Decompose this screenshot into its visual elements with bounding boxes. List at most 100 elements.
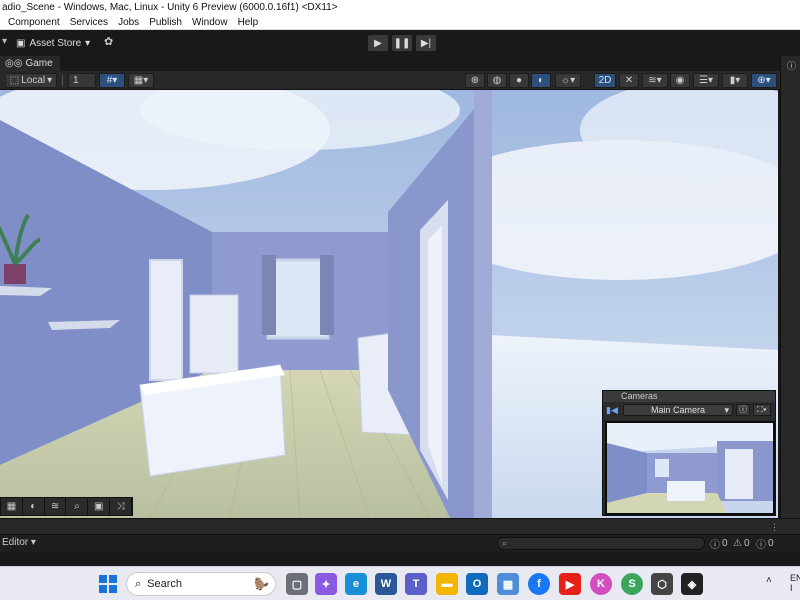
inspector-panel-edge[interactable]: ⓘ xyxy=(780,56,800,526)
teams-icon[interactable]: T xyxy=(405,573,427,595)
wireframe-shading-button[interactable]: ◍ xyxy=(487,73,507,88)
video-camera-icon: ▮◀ xyxy=(606,404,618,415)
youtube-icon[interactable]: ▶ xyxy=(559,573,581,595)
gear-icon[interactable]: ✿ xyxy=(104,35,113,48)
layers-icon: ≋▾ xyxy=(648,75,662,86)
snap-settings-button[interactable]: ▦▾ xyxy=(128,73,154,88)
store-icon[interactable]: ▦ xyxy=(497,573,519,595)
moon-icon: ◐ xyxy=(537,75,545,86)
search-icon: ⌕ xyxy=(135,577,142,590)
grid-icon: #▾ xyxy=(106,75,118,86)
language-indicator[interactable]: EN I xyxy=(790,573,800,593)
tab-game[interactable]: ◎◎ Game xyxy=(0,56,60,71)
warning-icon: ⚠ xyxy=(733,538,742,549)
chevron-down-icon: ▾ xyxy=(85,37,91,49)
grid-icon[interactable]: ▦ xyxy=(1,498,23,515)
play-button[interactable]: ▶ xyxy=(367,34,389,52)
menu-services[interactable]: Services xyxy=(65,16,113,29)
chrome-profile-s-icon[interactable]: S xyxy=(621,573,643,595)
edge-icon[interactable]: e xyxy=(345,573,367,595)
visibility-toggle[interactable]: ◉ xyxy=(670,73,690,88)
grid-size-value: 1 xyxy=(73,75,79,86)
gizmo-icon: ▮▾ xyxy=(729,75,741,86)
pause-button[interactable]: ❚❚ xyxy=(391,34,413,52)
console-tab-strip: ⋮ xyxy=(0,518,800,534)
chrome-profile-k-icon[interactable]: K xyxy=(590,573,612,595)
game-controller-icon: ◎◎ xyxy=(5,58,23,69)
pivot-rotation-dropdown[interactable]: ⬚ Local ▾ xyxy=(5,73,57,88)
effects-dropdown[interactable]: ≋▾ xyxy=(642,73,668,88)
camera-select-row: ▮◀ Main Camera ▾ ⓘ ⛶▾ xyxy=(603,403,775,417)
layers-icon[interactable]: ≋ xyxy=(45,498,67,515)
store-icon: ▣ xyxy=(16,37,26,49)
shaded-button[interactable]: ● xyxy=(509,73,529,88)
copilot-icon[interactable]: ✦ xyxy=(315,573,337,595)
editor-dropdown[interactable]: Editor ▾ xyxy=(2,537,36,548)
grid-size-field[interactable]: 1 xyxy=(68,73,96,88)
log-count: 0 xyxy=(722,538,728,549)
mode-2d-label: 2D xyxy=(598,75,612,86)
global-view-button[interactable]: ⊕ xyxy=(465,73,485,88)
status-strip xyxy=(0,552,800,566)
tab-game-label: Game xyxy=(25,58,53,69)
shuffle-icon[interactable]: ⤨ xyxy=(110,498,132,515)
chevron-up-icon[interactable]: ˄ xyxy=(766,575,772,586)
cameras-overlay: Cameras ▮◀ Main Camera ▾ ⓘ ⛶▾ xyxy=(602,390,776,516)
search-icon[interactable]: ⌕ xyxy=(66,498,89,515)
chevron-down-icon[interactable]: ▾ xyxy=(2,36,7,47)
frame-camera-icon[interactable]: ⛶▾ xyxy=(753,404,771,416)
menu-jobs[interactable]: Jobs xyxy=(113,16,144,29)
render-mode-dropdown[interactable]: ☼▾ xyxy=(555,73,581,88)
lighting-toggle[interactable]: ✕ xyxy=(619,73,639,88)
file-explorer-icon[interactable]: ▬ xyxy=(436,573,458,595)
camera-icon[interactable]: ▣ xyxy=(88,498,111,515)
play-icon: ▶ xyxy=(374,37,382,49)
unity-hub-icon[interactable]: ⬡ xyxy=(651,573,673,595)
asset-store-button[interactable]: ▣ Asset Store ▾ xyxy=(16,35,90,51)
tab-strip xyxy=(0,56,780,71)
camera-preview-render xyxy=(607,423,773,513)
error-count-toggle[interactable]: ⓘ 0 xyxy=(756,537,774,551)
step-button[interactable]: ▶| xyxy=(415,34,437,52)
editor-label: Editor xyxy=(2,537,29,548)
lit-shading-button[interactable]: ◐ xyxy=(531,73,551,88)
scene-camera-dropdown[interactable]: ⊕▾ xyxy=(751,73,777,88)
console-search-input[interactable]: ⌕ xyxy=(497,537,705,550)
mode-2d-toggle[interactable]: 2D xyxy=(594,73,616,88)
layers-dropdown[interactable]: ☰▾ xyxy=(693,73,719,88)
windows-start-icon[interactable] xyxy=(97,573,119,595)
taskbar-search-box[interactable]: ⌕ Search 🦫 xyxy=(126,572,276,596)
warning-count: 0 xyxy=(743,538,750,549)
menu-window[interactable]: Window xyxy=(187,16,233,29)
word-icon[interactable]: W xyxy=(375,573,397,595)
log-count-toggle[interactable]: ⓘ 0 xyxy=(710,537,728,551)
info-icon: ⓘ xyxy=(710,540,720,551)
menu-bar: Component Services Jobs Publish Window H… xyxy=(0,16,800,30)
stack-icon: ☰▾ xyxy=(699,75,713,86)
outlook-icon[interactable]: O xyxy=(466,573,488,595)
search-icon: ⌕ xyxy=(502,538,508,548)
warning-count-toggle[interactable]: ⚠ 0 xyxy=(733,537,750,550)
menu-component[interactable]: Component xyxy=(0,16,65,29)
asset-store-label: Asset Store xyxy=(29,37,82,49)
error-count: 0 xyxy=(768,538,774,549)
scene-toolbar: ⬚ Local ▾ 1 #▾ ▦▾ ⊕ ◍ ● ◐ ☼▾ 2D ✕ ≋▾ ◉ ☰… xyxy=(0,71,780,90)
search-highlight-icon: 🦫 xyxy=(254,577,269,591)
grid-snap-button[interactable]: #▾ xyxy=(99,73,125,88)
menu-publish[interactable]: Publish xyxy=(144,16,187,29)
light-icon: ✕ xyxy=(624,75,634,86)
facebook-icon[interactable]: f xyxy=(528,573,550,595)
gizmos-dropdown[interactable]: ▮▾ xyxy=(722,73,748,88)
camera-select-dropdown[interactable]: Main Camera ▾ xyxy=(623,404,733,416)
more-options-icon[interactable]: ⋮ xyxy=(770,522,779,533)
unity-editor-icon[interactable]: ◈ xyxy=(681,573,703,595)
divider xyxy=(62,75,63,86)
wireframe-icon: ◍ xyxy=(492,75,502,86)
main-toolbar: ▾ ▣ Asset Store ▾ ✿ ▶ ❚❚ ▶| xyxy=(0,30,800,56)
info-icon[interactable]: ⓘ xyxy=(736,404,750,416)
sphere-icon: ● xyxy=(515,75,523,86)
menu-help[interactable]: Help xyxy=(233,16,264,29)
camera-preview xyxy=(605,421,775,515)
task-view-icon[interactable]: ▢ xyxy=(286,573,308,595)
moon-icon[interactable]: ◐ xyxy=(23,498,45,515)
